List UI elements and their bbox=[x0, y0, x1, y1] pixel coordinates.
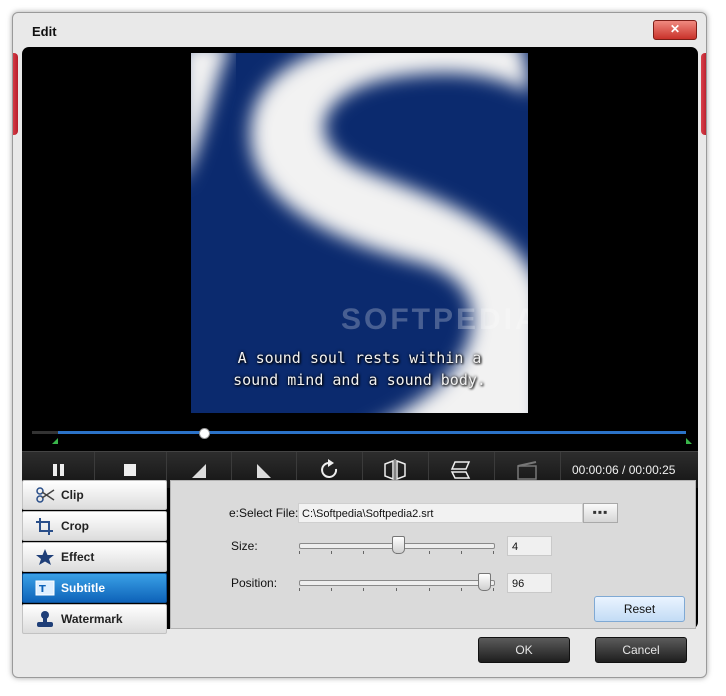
tab-subtitle[interactable]: T Subtitle bbox=[22, 573, 167, 603]
close-icon: ✕ bbox=[669, 22, 681, 36]
position-label: Position: bbox=[231, 576, 278, 590]
cancel-button[interactable]: Cancel bbox=[595, 637, 687, 663]
tab-clip[interactable]: Clip bbox=[22, 480, 167, 510]
tab-subtitle-label: Subtitle bbox=[61, 581, 105, 595]
timeline-track[interactable] bbox=[58, 431, 686, 434]
select-file-label: e:Select File: bbox=[229, 506, 299, 520]
star-icon bbox=[36, 549, 54, 565]
tab-crop-label: Crop bbox=[61, 519, 89, 533]
edit-panel: Clip Crop Effect T Subtitle Watermark e:… bbox=[22, 477, 696, 634]
ok-button[interactable]: OK bbox=[478, 637, 570, 663]
tab-effect-label: Effect bbox=[61, 550, 95, 564]
subtitle-settings: e:Select File: C:\Softpedia\Softpedia2.s… bbox=[170, 480, 696, 629]
subtitle-icon: T bbox=[35, 580, 55, 596]
tab-watermark[interactable]: Watermark bbox=[22, 604, 167, 634]
left-edge-tab bbox=[13, 53, 18, 135]
size-slider-thumb[interactable] bbox=[392, 536, 405, 554]
browse-button[interactable]: ▪▪▪ bbox=[583, 503, 618, 523]
size-value-field[interactable]: 4 bbox=[507, 536, 552, 556]
start-marker-icon[interactable] bbox=[52, 438, 58, 444]
svg-text:T: T bbox=[39, 584, 46, 595]
tab-effect[interactable]: Effect bbox=[22, 542, 167, 572]
tab-clip-label: Clip bbox=[61, 488, 84, 502]
timeline-unplayed bbox=[32, 431, 58, 434]
subtitle-file-input[interactable]: C:\Softpedia\Softpedia2.srt bbox=[298, 503, 583, 523]
position-slider-ticks bbox=[299, 588, 494, 591]
tab-crop[interactable]: Crop bbox=[22, 511, 167, 541]
time-display: 00:00:06 / 00:00:25 bbox=[572, 463, 676, 477]
edit-dialog: Edit ✕ SOFTPEDIA A sound soul rests with… bbox=[12, 12, 707, 678]
timeline-thumb[interactable] bbox=[199, 428, 210, 439]
position-slider-track[interactable] bbox=[299, 580, 495, 586]
window-title: Edit bbox=[32, 24, 57, 39]
position-value-field[interactable]: 96 bbox=[507, 573, 552, 593]
video-frame: SOFTPEDIA A sound soul rests within a so… bbox=[191, 53, 528, 413]
stamp-icon bbox=[37, 611, 53, 627]
close-button[interactable]: ✕ bbox=[653, 20, 697, 40]
size-label: Size: bbox=[231, 539, 258, 553]
title-bar: Edit ✕ bbox=[13, 13, 706, 47]
right-edge-tab bbox=[701, 53, 706, 135]
ellipsis-icon: ▪▪▪ bbox=[592, 505, 609, 519]
position-slider-thumb[interactable] bbox=[478, 573, 491, 591]
video-watermark: SOFTPEDIA bbox=[341, 303, 528, 336]
crop-icon bbox=[36, 518, 53, 535]
subtitle-line-1: A sound soul rests within a bbox=[237, 349, 482, 367]
reset-button[interactable]: Reset bbox=[594, 596, 685, 622]
end-marker-icon[interactable] bbox=[686, 438, 692, 444]
scissors-icon bbox=[36, 487, 55, 503]
tab-watermark-label: Watermark bbox=[61, 612, 123, 626]
subtitle-line-2: sound mind and a sound body. bbox=[233, 371, 486, 389]
